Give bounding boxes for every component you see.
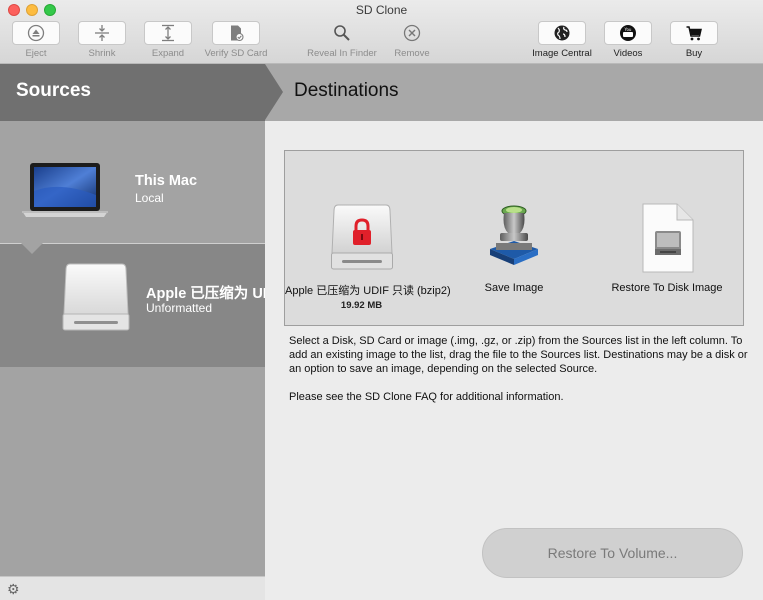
disk-image-document-icon xyxy=(642,203,694,273)
sidebar-footer: ⚙ xyxy=(0,576,265,600)
remove-label: Remove xyxy=(394,48,430,59)
remove-icon xyxy=(403,24,421,42)
window-toolbar: SD Clone Eject Shrink Expand Verify SD C… xyxy=(0,0,763,64)
destination-label: Apple 已压缩为 UDIF 只读 (bzip2) xyxy=(285,285,451,297)
destination-label: Restore To Disk Image xyxy=(611,282,723,294)
destinations-header: Destinations xyxy=(265,64,763,121)
sources-header: Sources xyxy=(0,64,265,121)
disk-drive-icon xyxy=(62,263,130,331)
selection-notch xyxy=(20,242,44,254)
restore-to-volume-button[interactable]: Restore To Volume... xyxy=(482,528,743,578)
destination-label: Save Image xyxy=(484,282,544,294)
source-subtitle: Unformatted xyxy=(146,301,213,315)
gear-icon[interactable]: ⚙ xyxy=(7,582,20,596)
destination-restore-to-disk-image[interactable]: Restore To Disk Image xyxy=(603,203,731,294)
destination-size: 19.92 MB xyxy=(340,300,383,311)
expand-button[interactable]: Expand xyxy=(137,21,199,59)
destinations-list: Apple 已压缩为 UDIF 只读 (bzip2) 19.92 MB Save… xyxy=(284,150,744,326)
instructions-paragraph: Select a Disk, SD Card or image (.img, .… xyxy=(289,335,748,375)
header-arrow xyxy=(265,64,283,120)
youtube-icon: You xyxy=(620,25,636,41)
save-image-stamp-icon xyxy=(490,205,538,265)
faq-paragraph: Please see the SD Clone FAQ for addition… xyxy=(289,391,564,403)
verify-label: Verify SD Card xyxy=(204,48,268,59)
sources-sidebar: Sources This Mac Local Apple 已压缩为 UDIF 只… xyxy=(0,64,265,600)
buy-button[interactable]: Buy xyxy=(663,21,725,59)
destination-save-image[interactable]: Save Image xyxy=(460,203,568,294)
eject-icon xyxy=(27,24,45,42)
source-subtitle: Local xyxy=(135,191,164,205)
shrink-icon xyxy=(95,25,109,41)
macbook-icon xyxy=(22,163,108,217)
globe-icon xyxy=(554,25,570,41)
expand-icon xyxy=(162,24,174,42)
source-name: This Mac xyxy=(135,173,198,189)
reveal-in-finder-button[interactable]: Reveal In Finder xyxy=(307,21,377,59)
instructions-text: Select a Disk, SD Card or image (.img, .… xyxy=(289,334,749,418)
source-name: Apple 已压缩为 UDIF 只读 (bzip2) xyxy=(146,286,265,302)
remove-button[interactable]: Remove xyxy=(381,21,443,59)
source-item-apple-image[interactable]: Apple 已压缩为 UDIF 只读 (bzip2) Unformatted xyxy=(0,243,265,367)
videos-button[interactable]: You Videos xyxy=(597,21,659,59)
source-item-this-mac[interactable]: This Mac Local xyxy=(0,121,265,243)
image-central-button[interactable]: Image Central xyxy=(531,21,593,59)
eject-button[interactable]: Eject xyxy=(5,21,67,59)
cart-icon xyxy=(686,26,702,41)
shrink-button[interactable]: Shrink xyxy=(71,21,133,59)
verify-sd-card-button[interactable]: Verify SD Card xyxy=(205,21,267,59)
svg-text:You: You xyxy=(624,27,632,32)
locked-disk-icon xyxy=(330,204,393,270)
sd-card-check-icon xyxy=(231,25,244,42)
magnifier-icon xyxy=(334,25,350,41)
destination-apple-image[interactable]: Apple 已压缩为 UDIF 只读 (bzip2) 19.92 MB xyxy=(285,203,451,311)
window-title: SD Clone xyxy=(355,3,408,17)
destinations-panel: Destinations Apple 已压缩为 UDIF 只读 (bzip2) … xyxy=(265,64,763,600)
buy-label: Buy xyxy=(685,48,703,59)
